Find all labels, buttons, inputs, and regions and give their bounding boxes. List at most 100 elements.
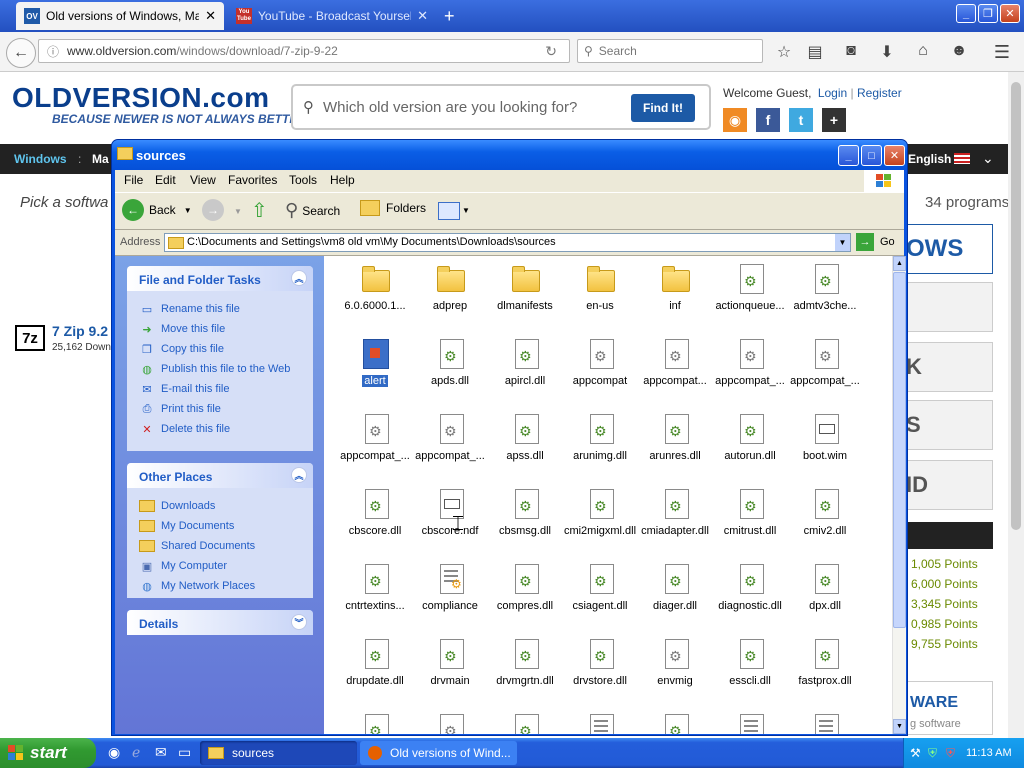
tab-close-icon[interactable]: ✕ <box>205 8 216 24</box>
file-item[interactable]: ⚙ dpx.dll <box>787 562 863 612</box>
language-selector[interactable]: English <box>908 152 951 166</box>
chevron-down-icon[interactable]: ▼ <box>184 206 192 215</box>
site-search-box[interactable]: ⚲ Which old version are you looking for?… <box>291 84 711 130</box>
ware-box[interactable]: WARE g software <box>905 681 993 735</box>
place-my-documents[interactable]: My Documents <box>139 519 234 533</box>
file-item[interactable]: ⚙ cmi2migxml.dll <box>562 487 638 537</box>
file-item[interactable]: ⚙ autorun.dll <box>712 412 788 462</box>
file-item[interactable] <box>712 712 788 734</box>
file-item[interactable]: ⚙ arunres.dll <box>637 412 713 462</box>
7zip-icon[interactable]: 7z <box>15 325 45 351</box>
tab-youtube[interactable]: You Tube YouTube - Broadcast Yourself. ✕ <box>228 2 436 30</box>
file-item[interactable]: ⚙ cmiadapter.dll <box>637 487 713 537</box>
taskbar-btn-sources[interactable]: sources <box>200 741 357 765</box>
file-item[interactable]: ⚙ cmitrust.dll <box>712 487 788 537</box>
file-item[interactable]: ⚙ apircl.dll <box>487 337 563 387</box>
forward-arrow-icon[interactable]: → <box>202 199 224 221</box>
rss-icon[interactable]: ◉ <box>723 108 747 132</box>
explorer-title-bar[interactable]: sources _ □ ✕ <box>112 140 907 170</box>
url-bar[interactable]: ⓘ www.oldversion.com/windows/download/7-… <box>38 39 570 63</box>
file-item[interactable] <box>562 712 638 734</box>
up-folder-icon[interactable]: ⇧ <box>251 198 268 223</box>
file-item[interactable]: ⚙ appcompat_... <box>337 412 413 462</box>
file-item[interactable]: ⚙ <box>637 712 713 734</box>
tray-tool-icon[interactable]: ⚒ <box>910 746 921 760</box>
menu-favorites[interactable]: Favorites <box>228 173 277 187</box>
file-item[interactable]: adprep <box>412 262 488 312</box>
reading-list-icon[interactable]: ▤ <box>805 42 825 62</box>
file-item[interactable]: ⚙ admtv3che... <box>787 262 863 312</box>
smiley-icon[interactable]: ☻ <box>949 42 969 60</box>
place-shared-documents[interactable]: Shared Documents <box>139 539 255 553</box>
place-my-computer[interactable]: ▣ My Computer <box>139 559 227 573</box>
folders-button[interactable]: Folders <box>360 200 426 216</box>
nav-mac[interactable]: Ma <box>92 152 109 166</box>
back-button[interactable]: ← Back ▼ <box>122 199 192 221</box>
file-item[interactable]: ⚙ <box>337 712 413 734</box>
quicklaunch-icon[interactable]: ◉ <box>108 744 120 761</box>
plus-icon[interactable]: + <box>822 108 846 132</box>
scroll-down-icon[interactable]: ▼ <box>893 719 906 734</box>
menu-edit[interactable]: Edit <box>155 173 176 187</box>
browser-scrollbar[interactable] <box>1008 72 1024 738</box>
file-item[interactable]: ⚙ csiagent.dll <box>562 562 638 612</box>
file-item[interactable]: ⚙ actionqueue... <box>712 262 788 312</box>
twitter-icon[interactable]: t <box>789 108 813 132</box>
menu-help[interactable]: Help <box>330 173 355 187</box>
task-rename[interactable]: ▭ Rename this file <box>139 302 240 316</box>
side-box-windows[interactable]: OWS <box>905 224 993 274</box>
explorer-scrollbar[interactable]: ▲ ▼ <box>892 256 906 734</box>
desktop-icon[interactable]: ▭ <box>178 744 191 761</box>
site-logo[interactable]: OLDVERSION.com <box>12 82 269 114</box>
expand-icon[interactable]: ︾ <box>291 614 307 630</box>
task-publish[interactable]: ◍ Publish this file to the Web <box>139 362 290 376</box>
menu-file[interactable]: File <box>124 173 143 187</box>
place-downloads[interactable]: Downloads <box>139 499 215 513</box>
file-item[interactable]: 6.0.6000.1... <box>337 262 413 312</box>
file-item[interactable]: ⚙ drvstore.dll <box>562 637 638 687</box>
nav-windows[interactable]: Windows <box>14 152 67 166</box>
find-it-button[interactable]: Find It! <box>631 94 695 122</box>
taskbar-btn-firefox[interactable]: Old versions of Wind... <box>360 741 517 765</box>
file-item[interactable]: ⚙ drvmgrtn.dll <box>487 637 563 687</box>
file-item[interactable]: ⚙ appcompat_... <box>712 337 788 387</box>
scroll-up-icon[interactable]: ▲ <box>893 256 906 271</box>
tasks-header[interactable]: File and Folder Tasks ︽ <box>127 266 313 291</box>
file-item[interactable]: ⚙ cmiv2.dll <box>787 487 863 537</box>
task-print[interactable]: ⎙ Print this file <box>139 402 221 416</box>
maximize-icon[interactable]: □ <box>861 145 882 166</box>
file-item[interactable]: ⚙ appcompat <box>562 337 638 387</box>
details-header[interactable]: Details ︾ <box>127 610 313 635</box>
file-item[interactable]: ⚙ <box>412 712 488 734</box>
file-item[interactable]: ⚙ appcompat... <box>637 337 713 387</box>
scroll-thumb[interactable] <box>893 272 906 628</box>
chevron-down-icon[interactable]: ⌄ <box>982 150 994 167</box>
file-item[interactable]: alert <box>337 337 413 390</box>
start-button[interactable]: start <box>0 738 96 768</box>
minimize-icon[interactable]: _ <box>956 4 976 23</box>
tab-oldversion[interactable]: OV Old versions of Windows, Ma... ✕ <box>16 2 224 30</box>
info-icon[interactable]: ⓘ <box>47 43 59 60</box>
views-icon[interactable] <box>438 202 460 220</box>
tray-shield-icon[interactable]: ⛨ <box>928 746 937 761</box>
tray-security-icon[interactable]: ⛨ <box>946 746 955 761</box>
file-item[interactable]: ⚙ appcompat_... <box>412 412 488 462</box>
search-button[interactable]: ⚲ Search <box>285 200 340 221</box>
file-item[interactable]: ⚙ cbscore.dll <box>337 487 413 537</box>
file-item[interactable]: ⚙ esscli.dll <box>712 637 788 687</box>
task-email[interactable]: ✉ E-mail this file <box>139 382 229 396</box>
download-icon[interactable]: ⬇ <box>877 42 897 62</box>
file-item[interactable] <box>787 712 863 734</box>
file-item[interactable]: dlmanifests <box>487 262 563 312</box>
media-icon[interactable]: ✉ <box>155 744 167 761</box>
task-delete[interactable]: ✕ Delete this file <box>139 422 230 436</box>
file-item[interactable]: en-us <box>562 262 638 312</box>
menu-icon[interactable]: ☰ <box>990 42 1014 63</box>
collapse-icon[interactable]: ︽ <box>291 467 307 483</box>
go-button[interactable]: → Go <box>856 233 895 251</box>
collapse-icon[interactable]: ︽ <box>291 270 307 286</box>
chevron-down-icon[interactable]: ▼ <box>835 234 850 251</box>
login-link[interactable]: Login <box>818 86 847 100</box>
file-item[interactable]: ⚙ arunimg.dll <box>562 412 638 462</box>
bookmark-star-icon[interactable]: ☆ <box>774 42 794 62</box>
